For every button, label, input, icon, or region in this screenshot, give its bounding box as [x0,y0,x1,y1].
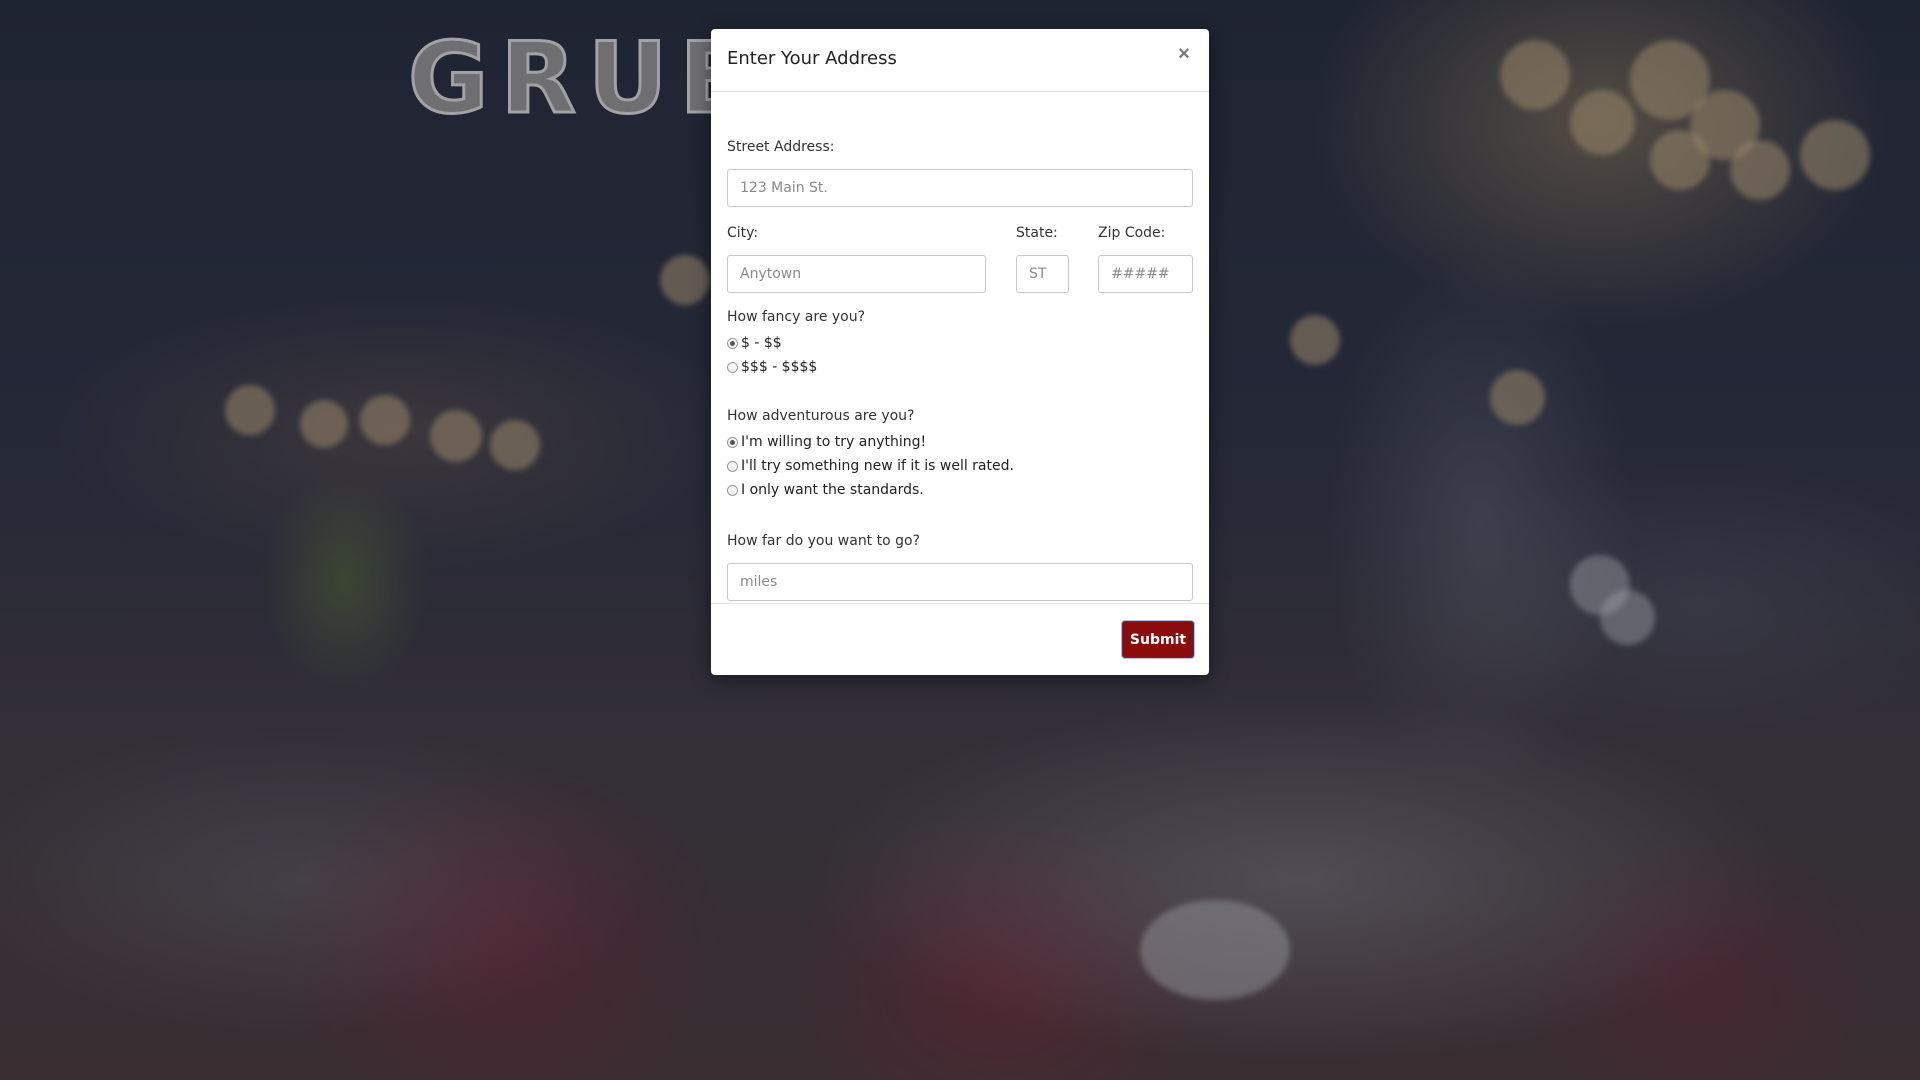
modal-title: Enter Your Address [727,48,897,69]
address-modal: Enter Your Address × Street Address: Cit… [711,29,1209,675]
distance-question-label: How far do you want to go? [727,533,921,549]
street-address-label: Street Address: [727,139,835,155]
modal-header: Enter Your Address × [711,29,1209,92]
radio-button[interactable] [727,361,738,373]
fancy-question-label: How fancy are you? [727,309,866,325]
adventurous-option-label: I only want the standards. [741,482,924,498]
street-address-input[interactable] [727,169,1193,207]
adventurous-option-well-rated[interactable]: I'll try something new if it is well rat… [727,458,1014,474]
radio-button[interactable] [727,460,738,472]
fancy-option-high[interactable]: $$$ - $$$$ [727,359,817,375]
fancy-option-label: $ - $$ [741,335,782,351]
submit-button[interactable]: Submit [1122,621,1194,658]
adventurous-option-label: I'm willing to try anything! [741,434,927,450]
city-label: City: [727,225,759,241]
zip-code-label: Zip Code: [1098,225,1166,241]
adventurous-option-standards[interactable]: I only want the standards. [727,482,924,498]
fancy-option-low[interactable]: $ - $$ [727,335,782,351]
fancy-option-label: $$$ - $$$$ [741,359,818,375]
state-input[interactable] [1016,255,1069,293]
radio-button[interactable] [727,436,738,448]
adventurous-question-label: How adventurous are you? [727,408,915,424]
adventurous-option-anything[interactable]: I'm willing to try anything! [727,434,926,450]
radio-button[interactable] [727,484,738,496]
distance-input[interactable] [727,563,1193,601]
adventurous-option-label: I'll try something new if it is well rat… [741,458,1014,474]
modal-footer: Submit [711,603,1209,676]
radio-button[interactable] [727,337,738,349]
state-label: State: [1016,225,1058,241]
zip-code-input[interactable] [1098,255,1193,293]
city-input[interactable] [727,255,986,293]
close-icon[interactable]: × [1173,43,1195,65]
